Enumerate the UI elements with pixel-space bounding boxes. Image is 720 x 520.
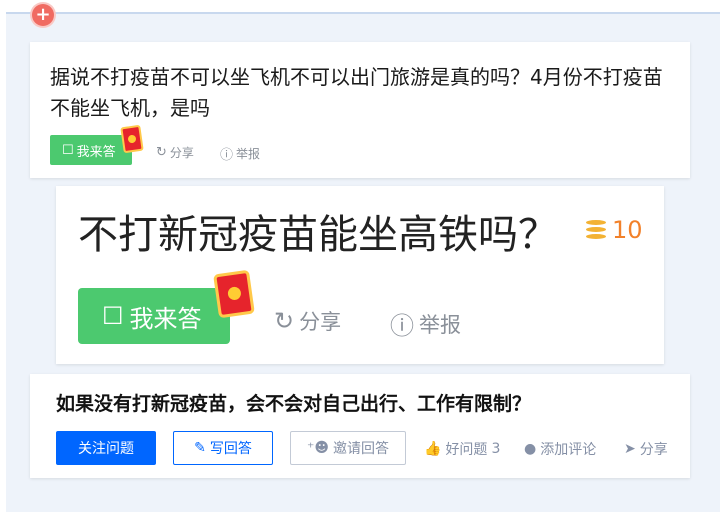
write-answer-label: 写回答 [209, 441, 252, 457]
question-card-small: 据说不打疫苗不可以坐飞机不可以出门旅游是真的吗？4月份不打疫苗不能坐飞机，是吗 … [30, 42, 690, 178]
good-question-label: 好问题 [445, 442, 488, 458]
follow-question-button[interactable]: 关注问题 [56, 431, 156, 465]
edit-icon: ☐ [62, 142, 74, 158]
invite-icon: ⁺☻ [307, 440, 329, 456]
good-question-count: 3 [491, 441, 501, 457]
answer-button-label: 我来答 [76, 144, 116, 160]
red-packet-icon [120, 124, 144, 154]
question-header-card: 如果没有打新冠疫苗，会不会对自己出行、工作有限制？ 关注问题 ✎ 写回答 ⁺☻ … [30, 374, 690, 478]
invite-answer-label: 邀请回答 [332, 441, 389, 457]
answer-button-large[interactable]: ☐ 我来答 [78, 288, 230, 344]
add-comment-label: 添加评论 [540, 442, 597, 458]
report-label: 举报 [419, 312, 461, 337]
pencil-icon: ✎ [194, 440, 206, 456]
invite-answer-button[interactable]: ⁺☻ 邀请回答 [290, 431, 406, 465]
report-label: 举报 [236, 147, 261, 161]
share-icon: ↻ [274, 307, 295, 335]
zoomed-question-card: 不打新冠疫苗能坐高铁吗？ 10 ☐ 我来答 ↻ 分享 ⓘ 举报 [56, 186, 664, 364]
follow-question-label: 关注问题 [78, 441, 134, 457]
add-comment-button[interactable]: ● 添加评论 [524, 439, 596, 459]
share-icon: ↻ [156, 145, 167, 160]
zoomed-question-title[interactable]: 不打新冠疫苗能坐高铁吗？ [78, 212, 558, 258]
answer-button-label: 我来答 [129, 304, 202, 333]
send-icon: ➤ [624, 441, 636, 457]
write-answer-button[interactable]: ✎ 写回答 [173, 431, 273, 465]
share-label: 分享 [639, 442, 668, 458]
share-label: 分享 [299, 310, 342, 334]
answer-button[interactable]: ☐ 我来答 [50, 135, 132, 165]
coin-icon [584, 218, 608, 242]
question-title[interactable]: 据说不打疫苗不可以坐飞机不可以出门旅游是真的吗？4月份不打疫苗不能坐飞机，是吗 [50, 62, 680, 124]
report-icon: ⓘ [220, 148, 234, 163]
plus-icon[interactable]: + [32, 4, 54, 26]
share-link[interactable]: ↻ 分享 [156, 144, 194, 161]
edit-icon: ☐ [102, 302, 124, 330]
share-button[interactable]: ➤ 分享 [624, 439, 668, 459]
red-packet-icon [213, 269, 255, 319]
question-header-title: 如果没有打新冠疫苗，会不会对自己出行、工作有限制？ [56, 393, 532, 415]
reward-value: 10 [612, 216, 643, 244]
good-question-button[interactable]: 👍 好问题 3 [424, 439, 500, 459]
report-link[interactable]: ⓘ 举报 [220, 144, 260, 163]
report-link-large[interactable]: ⓘ 举报 [390, 306, 461, 341]
comment-icon: ● [524, 441, 537, 457]
share-link-large[interactable]: ↻ 分享 [274, 306, 341, 336]
reward-badge: 10 [584, 216, 643, 244]
report-icon: ⓘ [390, 312, 414, 340]
share-label: 分享 [169, 146, 194, 160]
thumbs-up-icon: 👍 [424, 441, 442, 457]
